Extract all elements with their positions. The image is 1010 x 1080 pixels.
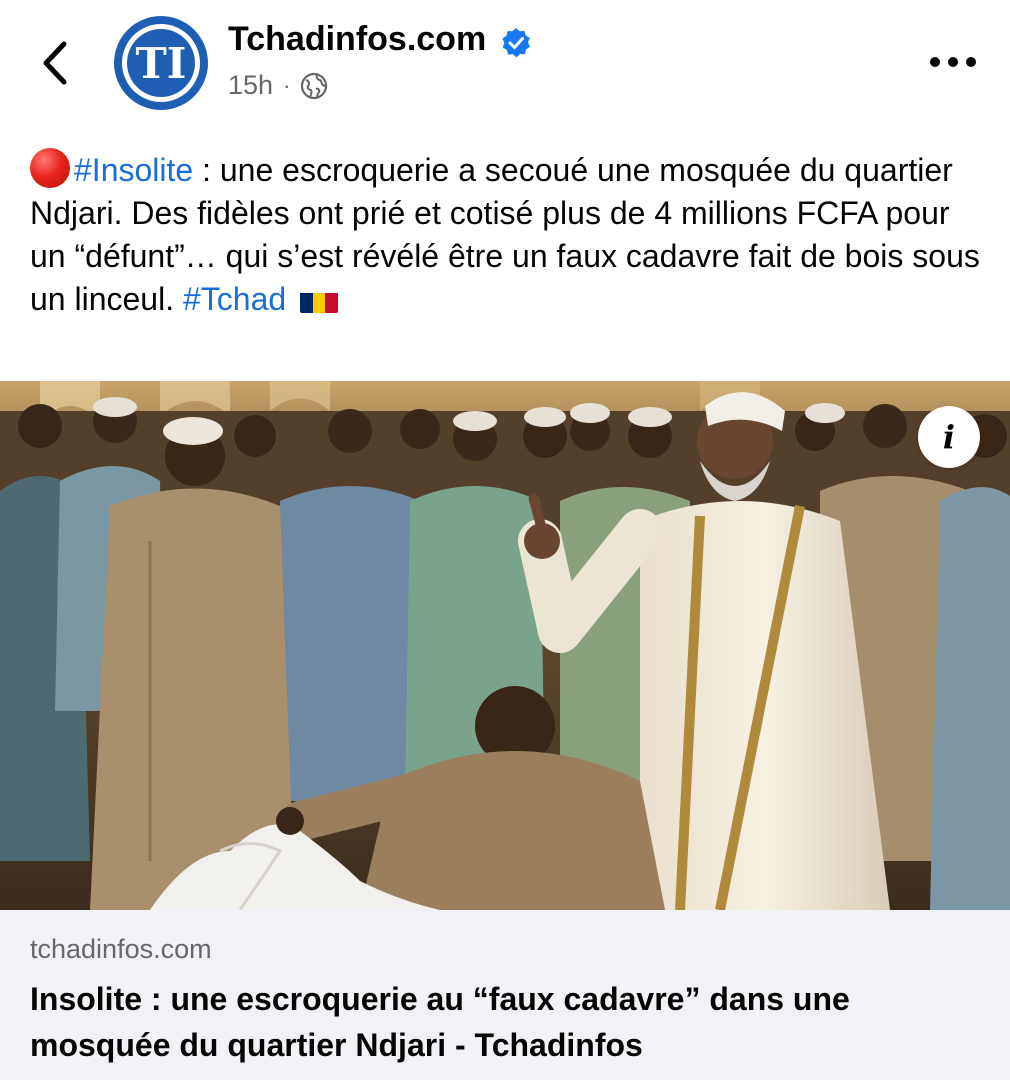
post-meta: 15h · — [228, 70, 328, 101]
hashtag-tchad[interactable]: #Tchad — [183, 281, 286, 317]
meta-separator: · — [283, 72, 291, 98]
hashtag-insolite[interactable]: #Insolite — [74, 152, 193, 188]
chad-flag-emoji — [300, 287, 339, 313]
globe-icon[interactable] — [300, 72, 328, 100]
link-preview[interactable]: tchadinfos.com Insolite : une escroqueri… — [0, 910, 1010, 1080]
page-name-link[interactable]: Tchadinfos.com — [228, 20, 486, 59]
image-info-button[interactable]: i — [918, 406, 980, 468]
post-time[interactable]: 15h — [228, 70, 273, 101]
mosque-crowd-illustration — [0, 381, 1010, 910]
post-caption: #Insolite : une escroquerie a secoué une… — [30, 148, 980, 321]
link-domain: tchadinfos.com — [30, 934, 212, 964]
chevron-left-icon — [43, 41, 67, 85]
page-avatar[interactable]: TI — [113, 15, 209, 111]
more-horizontal-icon — [930, 57, 976, 67]
link-title: Insolite : une escroquerie au “faux cada… — [30, 981, 850, 1063]
more-options-button[interactable] — [925, 45, 981, 79]
back-button[interactable] — [34, 38, 78, 88]
verified-badge-icon — [502, 28, 530, 58]
info-icon: i — [942, 418, 956, 456]
avatar-initials: TI — [136, 39, 187, 88]
post-header: TI Tchadinfos.com 15h · — [0, 0, 1010, 130]
post-image[interactable] — [0, 381, 1010, 910]
red-circle-emoji — [30, 148, 70, 188]
